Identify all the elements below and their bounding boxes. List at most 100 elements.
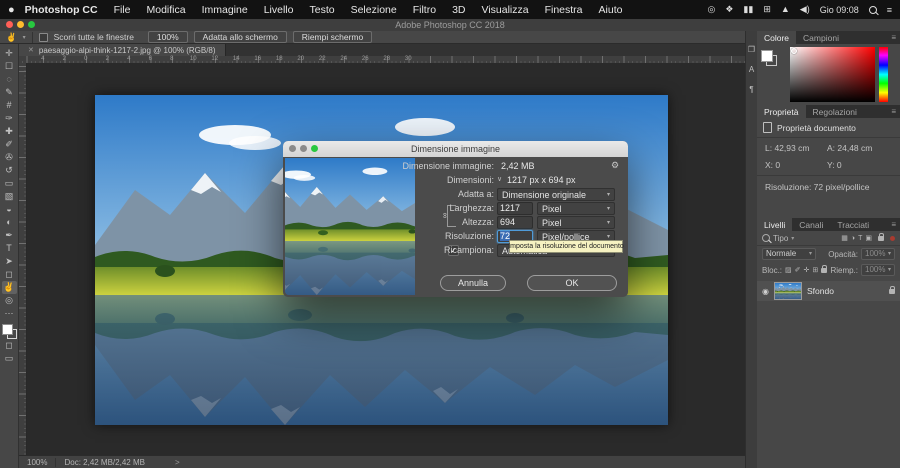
menu-item[interactable]: File xyxy=(106,4,139,16)
paragraph-panel-icon[interactable]: ¶ xyxy=(749,85,753,94)
tab-close-icon[interactable]: ✕ xyxy=(28,46,34,54)
menubar-status-icon[interactable]: ▮▮ xyxy=(743,4,753,15)
healing-brush-tool[interactable]: ✚ xyxy=(2,125,17,138)
menu-item[interactable]: Testo xyxy=(301,4,342,16)
gear-icon[interactable]: ⚙ xyxy=(611,160,619,171)
color-swatches-mini[interactable] xyxy=(761,50,777,66)
menu-item[interactable]: 3D xyxy=(444,4,473,16)
color-cursor[interactable] xyxy=(791,48,797,54)
brush-tool[interactable]: ✐ xyxy=(2,138,17,151)
hand-tool[interactable]: ✌ xyxy=(1,281,17,294)
quick-mask-button[interactable]: ◻ xyxy=(2,339,17,352)
menubar-status-icon[interactable]: ◀) xyxy=(800,4,810,15)
zoom-tool[interactable]: ◎ xyxy=(2,294,17,307)
tool-preset-caret-icon[interactable]: ▾ xyxy=(23,34,26,41)
scroll-all-windows-checkbox[interactable] xyxy=(38,32,48,42)
lock-option-icon[interactable]: ✐ xyxy=(795,266,801,274)
menu-item[interactable]: Photoshop CC xyxy=(17,4,106,16)
menu-item[interactable]: Livello xyxy=(256,4,302,16)
edit-toolbar[interactable]: ⋯ xyxy=(2,307,17,320)
quick-selection-tool[interactable]: ✎ xyxy=(2,86,17,99)
layer-thumbnail[interactable] xyxy=(773,282,802,300)
filter-caret-icon[interactable]: ▾ xyxy=(791,235,794,242)
lock-option-icon[interactable]: ▨ xyxy=(785,266,792,274)
menu-item[interactable]: Immagine xyxy=(194,4,256,16)
tab-regolazioni[interactable]: Regolazioni xyxy=(806,105,864,118)
tab-proprieta[interactable]: Proprietà xyxy=(757,105,806,118)
eraser-tool[interactable]: ▭ xyxy=(2,177,17,190)
panel-menu-icon[interactable]: ≡ xyxy=(891,220,896,229)
foreground-color-swatch[interactable] xyxy=(1,324,13,335)
lock-option-icon[interactable]: ⊞ xyxy=(812,266,818,274)
tab-tracciati[interactable]: Tracciati xyxy=(830,218,876,231)
menubar-status-icon[interactable]: ▲ xyxy=(781,4,790,15)
menu-item[interactable]: Visualizza xyxy=(474,4,537,16)
width-unit-select[interactable]: Pixel ▾ xyxy=(537,202,615,215)
marquee-tool[interactable]: ☐ xyxy=(2,60,17,73)
menubar-status-icon[interactable]: ❖ xyxy=(725,4,733,15)
fit-to-select[interactable]: Dimensione originale ▾ xyxy=(497,188,615,201)
layer-row-sfondo[interactable]: ◉ Sfondo xyxy=(757,281,900,301)
menubar-status-icon[interactable]: ◎ xyxy=(707,4,715,15)
saturation-field[interactable] xyxy=(790,47,875,102)
fill-screen-button[interactable]: Riempi schermo xyxy=(292,31,373,43)
window-minimize-button[interactable] xyxy=(17,21,24,28)
panel-menu-icon[interactable]: ≡ xyxy=(891,33,896,42)
dialog-zoom-button[interactable] xyxy=(311,145,318,152)
notification-center-icon[interactable]: ≡ xyxy=(887,5,892,15)
layer-filter-icon[interactable]: T xyxy=(858,235,862,242)
foreground-background-swatches[interactable] xyxy=(1,324,17,339)
shape-tool[interactable]: ◻ xyxy=(2,268,17,281)
hue-slider[interactable] xyxy=(879,47,888,102)
menu-item[interactable]: Selezione xyxy=(343,4,405,16)
fit-screen-button[interactable]: Adatta allo schermo xyxy=(193,31,287,43)
tab-campioni[interactable]: Campioni xyxy=(796,31,846,44)
zoom-100-button[interactable]: 100% xyxy=(147,31,188,43)
dialog-close-button[interactable] xyxy=(289,145,296,152)
cancel-button[interactable]: Annulla xyxy=(440,275,506,291)
panel-menu-icon[interactable]: ≡ xyxy=(891,107,896,116)
tab-livelli[interactable]: Livelli xyxy=(757,218,793,231)
lasso-tool[interactable]: ◌ xyxy=(2,73,17,86)
height-input[interactable]: 694 xyxy=(497,216,533,229)
layer-filter-label[interactable]: Tipo xyxy=(773,234,788,243)
image-preview[interactable] xyxy=(285,158,415,295)
character-panel-icon[interactable]: A xyxy=(749,65,754,74)
fill-field[interactable]: 100% ▾ xyxy=(861,264,895,276)
menubar-clock[interactable]: Gio 09:08 xyxy=(820,5,859,15)
spotlight-icon[interactable] xyxy=(868,5,877,14)
blend-mode-select[interactable]: Normale ▾ xyxy=(762,248,816,260)
menu-item[interactable]: Aiuto xyxy=(591,4,631,16)
crop-tool[interactable]: # xyxy=(2,99,17,112)
menu-item[interactable]: Finestra xyxy=(537,4,591,16)
zoom-level-field[interactable]: 100% xyxy=(27,458,47,467)
screen-mode-button[interactable]: ▭ xyxy=(2,352,17,365)
history-panel-icon[interactable]: ❐ xyxy=(748,45,755,54)
lock-all-icon[interactable] xyxy=(821,264,828,273)
dodge-tool[interactable]: ◐ xyxy=(2,216,17,229)
apple-menu-icon[interactable]: ● xyxy=(8,4,17,16)
document-tab[interactable]: ✕ paesaggio-alpi-think-1217-2.jpg @ 100%… xyxy=(19,44,226,56)
tab-colore[interactable]: Colore xyxy=(757,31,797,44)
path-selection-tool[interactable]: ➤ xyxy=(2,255,17,268)
menu-item[interactable]: Modifica xyxy=(138,4,193,16)
menubar-status-icon[interactable]: ⊞ xyxy=(763,4,771,15)
gradient-tool[interactable]: ▧ xyxy=(2,190,17,203)
lock-option-icon[interactable]: ✛ xyxy=(804,266,810,274)
foreground-swatch[interactable] xyxy=(761,50,773,62)
eyedropper-tool[interactable]: ✑ xyxy=(2,112,17,125)
width-input[interactable]: 1217 xyxy=(497,202,533,215)
dialog-minimize-button[interactable] xyxy=(300,145,307,152)
window-close-button[interactable] xyxy=(6,21,13,28)
window-zoom-button[interactable] xyxy=(28,21,35,28)
layer-filter-icon[interactable]: ▦ xyxy=(841,234,848,242)
ok-button[interactable]: OK xyxy=(527,275,617,291)
status-popup-chevron[interactable]: > xyxy=(175,458,180,467)
opacity-field[interactable]: 100% ▾ xyxy=(861,248,895,260)
layer-visibility-eye-icon[interactable]: ◉ xyxy=(762,287,769,296)
layer-filter-icon[interactable]: ◑ xyxy=(851,235,855,242)
type-tool[interactable]: T xyxy=(2,242,17,255)
layer-filter-icon[interactable]: ▣ xyxy=(865,234,872,242)
height-unit-select[interactable]: Pixel ▾ xyxy=(537,216,615,229)
dimensions-chevron-icon[interactable]: ∨ xyxy=(497,175,502,183)
